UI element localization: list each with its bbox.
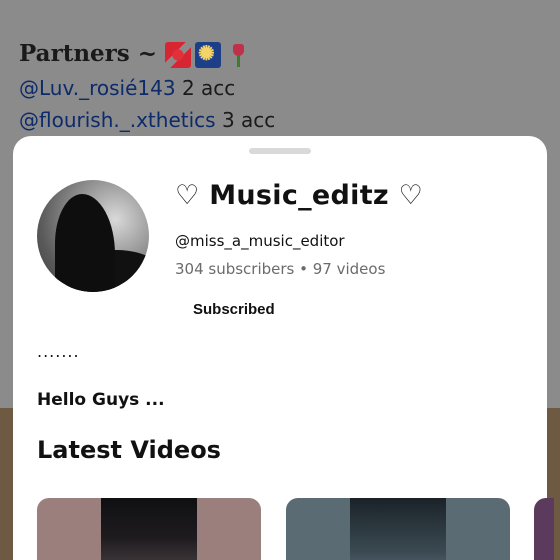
subscribed-button[interactable]: Subscribed — [179, 294, 289, 324]
video-thumbnail-image — [101, 498, 197, 560]
sheet-drag-handle[interactable] — [249, 148, 311, 154]
partner-handle-link[interactable]: @Luv._rosié143 — [19, 76, 176, 100]
description-line: ....... — [37, 342, 80, 361]
ribbon-emoji-icon — [165, 42, 192, 68]
avatar-silhouette — [55, 194, 115, 292]
channel-stats: 304 subscribers • 97 videos — [175, 260, 386, 278]
channel-name: ♡ Music_editz ♡ — [175, 180, 424, 211]
latest-videos-heading: Latest Videos — [37, 436, 221, 464]
partners-heading: Partners ~ — [19, 40, 255, 68]
video-thumbnail-image — [350, 498, 446, 560]
channel-bottom-sheet: ♡ Music_editz ♡ @miss_a_music_editor 304… — [13, 136, 554, 560]
fireworks-emoji-icon — [195, 41, 222, 68]
video-thumbnail[interactable] — [37, 498, 261, 560]
description-line: Hello Guys ... — [37, 390, 165, 410]
partner-count: 3 acc — [221, 108, 276, 132]
partner-line: @flourish._.xthetics 3 acc — [19, 108, 275, 132]
partner-handle-link[interactable]: @flourish._.xthetics — [19, 108, 216, 132]
video-thumbnail[interactable] — [286, 498, 510, 560]
channel-avatar[interactable] — [37, 180, 149, 292]
video-thumbnail-peek[interactable] — [534, 498, 554, 560]
partners-title: Partners ~ — [19, 40, 158, 67]
tulip-emoji-icon — [225, 42, 251, 68]
partner-count: 2 acc — [181, 76, 236, 100]
partner-line: @Luv._rosié143 2 acc — [19, 76, 235, 100]
channel-handle: @miss_a_music_editor — [175, 232, 345, 250]
